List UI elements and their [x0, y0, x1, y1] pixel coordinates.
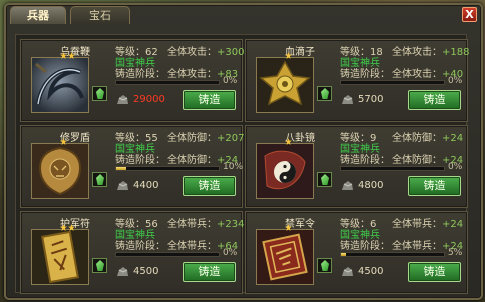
- forge-progress-text: 0%: [223, 248, 238, 258]
- forge-stage-label: 铸造阶段：: [340, 241, 390, 252]
- forge-progress-bar: [340, 80, 445, 85]
- forge-cost: 29000: [133, 94, 165, 105]
- tab-weapons[interactable]: 兵器: [10, 6, 66, 24]
- item-card-xuedizi: 血滴子 等级：18 全体攻击：+188 国宝神兵 全体攻击：+40 铸造阶段： …: [245, 39, 470, 122]
- close-button[interactable]: X: [462, 7, 477, 22]
- ore-icon: [342, 267, 353, 276]
- forge-progress-bar: [340, 252, 445, 257]
- item-name: 血滴子: [285, 47, 315, 58]
- forge-cost: 4500: [358, 266, 384, 277]
- forge-stage-label: 铸造阶段：: [115, 69, 165, 80]
- items-grid: 乌蚕鞭 等级：62 全体攻击：+300 国宝神兵 全体攻击：+83 铸造阶段：: [15, 34, 470, 294]
- item-name: 护军符: [60, 219, 90, 230]
- item-name: 乌蚕鞭: [60, 47, 90, 58]
- command-token-icon[interactable]: [256, 229, 314, 285]
- forge-cost: 4500: [133, 266, 159, 277]
- forge-progress-text: 0%: [448, 162, 463, 172]
- item-stat: 全体防御：+207: [167, 133, 245, 144]
- gem-slot[interactable]: [92, 258, 107, 273]
- forge-button[interactable]: 铸造: [408, 90, 461, 110]
- forge-stage-label: 铸造阶段：: [115, 155, 165, 166]
- xuedizi-icon[interactable]: [256, 57, 314, 113]
- tab-gems[interactable]: 宝石: [70, 6, 130, 24]
- ore-icon: [342, 181, 353, 190]
- item-card-command-token: 禁军令 等级：6 全体带兵：+24 国宝神兵 全体带兵：+24 铸造阶段： 5%: [245, 211, 468, 294]
- item-name: 修罗盾: [60, 133, 90, 144]
- item-card-shield: 修罗盾 等级：55 全体防御：+207 国宝神兵 全体防御：+24 铸造阶段： …: [20, 125, 245, 208]
- gem-slot[interactable]: [92, 86, 107, 101]
- forge-button[interactable]: 铸造: [408, 262, 461, 282]
- forge-progress-bar: [115, 252, 220, 257]
- ore-icon: [117, 95, 128, 104]
- green-crystal-icon: [321, 260, 329, 271]
- forge-button[interactable]: 铸造: [183, 176, 236, 196]
- ore-icon: [342, 95, 353, 104]
- item-stat: 全体带兵：+24: [392, 219, 464, 230]
- ore-icon: [117, 181, 128, 190]
- weapon-forge-panel: 兵器 宝石 X 乌蚕鞭 等级：62 全体攻击：+300 国宝神兵 全体攻击：+8…: [4, 3, 483, 300]
- forge-button[interactable]: 铸造: [408, 176, 461, 196]
- item-card-whip: 乌蚕鞭 等级：62 全体攻击：+300 国宝神兵 全体攻击：+83 铸造阶段：: [20, 39, 245, 122]
- green-crystal-icon: [96, 260, 104, 271]
- forge-stage-label: 铸造阶段：: [115, 241, 165, 252]
- talisman-icon[interactable]: [31, 229, 89, 285]
- item-name: 八卦镜: [285, 133, 315, 144]
- shield-icon[interactable]: [31, 143, 89, 199]
- ore-icon: [117, 267, 128, 276]
- item-name: 禁军令: [285, 219, 315, 230]
- gem-slot[interactable]: [317, 258, 332, 273]
- forge-progress-bar: [115, 80, 220, 85]
- item-stat: 全体攻击：+188: [392, 47, 470, 58]
- whip-icon[interactable]: [31, 57, 89, 113]
- forge-cost: 5700: [358, 94, 384, 105]
- forge-progress-text: 5%: [448, 248, 463, 258]
- gem-slot[interactable]: [317, 86, 332, 101]
- forge-stage-label: 铸造阶段：: [340, 155, 390, 166]
- forge-button[interactable]: 铸造: [183, 262, 236, 282]
- green-crystal-icon: [96, 174, 104, 185]
- forge-progress-text: 0%: [223, 76, 238, 86]
- forge-button[interactable]: 铸造: [183, 90, 236, 110]
- item-stat: 全体攻击：+300: [167, 47, 245, 58]
- green-crystal-icon: [321, 88, 329, 99]
- green-crystal-icon: [321, 174, 329, 185]
- item-card-talisman: 护军符 等级：56 全体带兵：+234 国宝神兵 全体带兵：+64 铸造阶段： …: [20, 211, 245, 294]
- item-stat: 全体防御：+24: [392, 133, 464, 144]
- forge-cost: 4400: [133, 180, 159, 191]
- gem-slot[interactable]: [317, 172, 332, 187]
- forge-cost: 4800: [358, 180, 384, 191]
- tab-bar: 兵器 宝石 X: [8, 6, 479, 24]
- forge-progress-bar: [340, 166, 445, 171]
- item-stat: 全体带兵：+234: [167, 219, 245, 230]
- forge-stage-label: 铸造阶段：: [340, 69, 390, 80]
- gem-slot[interactable]: [92, 172, 107, 187]
- forge-progress-text: 10%: [223, 162, 244, 172]
- item-card-bagua: 八卦镜 等级：9 全体防御：+24 国宝神兵 全体防御：+24 铸造阶段： 0%…: [245, 125, 468, 208]
- green-crystal-icon: [96, 88, 104, 99]
- forge-progress-text: 0%: [448, 76, 463, 86]
- bagua-mirror-icon[interactable]: [256, 143, 314, 199]
- forge-progress-bar: [115, 166, 220, 171]
